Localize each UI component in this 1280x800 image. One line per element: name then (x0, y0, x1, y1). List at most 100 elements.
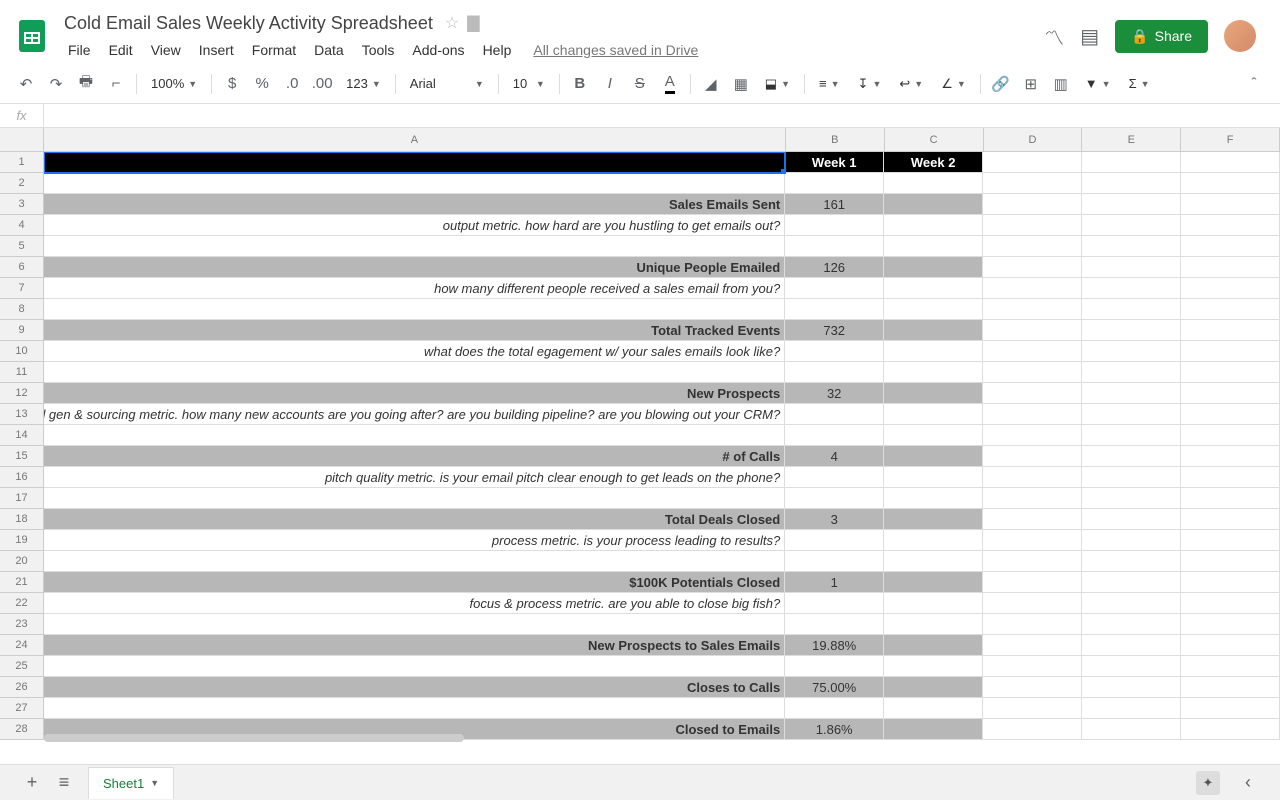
redo-button[interactable]: ↷ (42, 70, 70, 98)
cell[interactable] (1181, 299, 1280, 320)
select-all-corner[interactable] (0, 128, 44, 152)
cell[interactable] (884, 173, 983, 194)
cell[interactable] (1082, 467, 1181, 488)
cell[interactable] (1082, 362, 1181, 383)
comment-button[interactable]: ⊞ (1017, 70, 1045, 98)
row-header-19[interactable]: 19 (0, 530, 44, 551)
menu-edit[interactable]: Edit (101, 38, 141, 62)
cell[interactable] (884, 530, 983, 551)
cell[interactable] (44, 698, 785, 719)
cell[interactable] (1082, 677, 1181, 698)
cell[interactable] (983, 572, 1082, 593)
row-header-3[interactable]: 3 (0, 194, 44, 215)
cell[interactable] (785, 698, 884, 719)
row-header-9[interactable]: 9 (0, 320, 44, 341)
cell[interactable] (1082, 215, 1181, 236)
cell[interactable] (1181, 278, 1280, 299)
cell[interactable] (884, 509, 983, 530)
row-header-23[interactable]: 23 (0, 614, 44, 635)
cell[interactable] (1181, 719, 1280, 740)
menu-help[interactable]: Help (475, 38, 520, 62)
cell[interactable] (1082, 383, 1181, 404)
cell[interactable] (983, 425, 1082, 446)
more-formats-select[interactable]: 123▼ (338, 70, 389, 98)
share-button[interactable]: 🔒 Share (1115, 20, 1208, 53)
cell[interactable] (884, 719, 983, 740)
cell[interactable] (983, 551, 1082, 572)
cell[interactable]: Total Deals Closed (44, 509, 785, 530)
cell[interactable] (1181, 656, 1280, 677)
cell[interactable] (1082, 698, 1181, 719)
cell[interactable] (1082, 488, 1181, 509)
cell[interactable] (983, 530, 1082, 551)
cell[interactable]: process metric. is your process leading … (44, 530, 785, 551)
cell[interactable] (983, 677, 1082, 698)
cell[interactable] (785, 278, 884, 299)
cell[interactable]: New Prospects to Sales Emails (44, 635, 785, 656)
font-size-select[interactable]: 10▼ (505, 70, 553, 98)
cell[interactable]: focus & process metric. are you able to … (44, 593, 785, 614)
row-header-2[interactable]: 2 (0, 173, 44, 194)
cell[interactable] (1181, 236, 1280, 257)
cell[interactable] (1181, 509, 1280, 530)
cell[interactable] (983, 698, 1082, 719)
cell[interactable] (1181, 320, 1280, 341)
row-header-10[interactable]: 10 (0, 341, 44, 362)
row-header-15[interactable]: 15 (0, 446, 44, 467)
cell[interactable] (983, 635, 1082, 656)
cell[interactable] (884, 362, 983, 383)
row-header-21[interactable]: 21 (0, 572, 44, 593)
col-header-A[interactable]: A (44, 128, 786, 152)
cell[interactable]: what does the total egagement w/ your sa… (44, 341, 785, 362)
cell[interactable] (1082, 257, 1181, 278)
activity-icon[interactable]: 〽 (1044, 22, 1064, 51)
cell[interactable] (884, 593, 983, 614)
cell[interactable] (44, 173, 785, 194)
cell[interactable] (1181, 383, 1280, 404)
cell[interactable] (983, 152, 1082, 173)
cell[interactable]: Week 2 (884, 152, 983, 173)
cell[interactable] (884, 236, 983, 257)
cell[interactable] (884, 698, 983, 719)
col-header-B[interactable]: B (786, 128, 885, 152)
col-header-E[interactable]: E (1082, 128, 1181, 152)
cell[interactable] (1082, 572, 1181, 593)
cell[interactable] (1082, 194, 1181, 215)
cell[interactable] (1181, 467, 1280, 488)
cell[interactable] (1082, 173, 1181, 194)
cell[interactable] (44, 614, 785, 635)
cell[interactable]: how many different people received a sal… (44, 278, 785, 299)
cell[interactable]: New Prospects (44, 383, 785, 404)
borders-button[interactable]: ▦ (727, 70, 755, 98)
cell[interactable]: 126 (785, 257, 884, 278)
cell[interactable] (44, 299, 785, 320)
row-header-24[interactable]: 24 (0, 635, 44, 656)
add-sheet-button[interactable]: + (16, 769, 48, 797)
cell[interactable] (1181, 404, 1280, 425)
cell[interactable] (884, 194, 983, 215)
menu-addons[interactable]: Add-ons (404, 38, 472, 62)
filter-button[interactable]: ▼▼ (1077, 70, 1119, 98)
cell[interactable] (44, 425, 785, 446)
strike-button[interactable]: S (626, 70, 654, 98)
cell[interactable] (983, 320, 1082, 341)
functions-button[interactable]: Σ▼ (1121, 70, 1158, 98)
cell[interactable] (785, 215, 884, 236)
cell[interactable] (1181, 530, 1280, 551)
cell[interactable] (884, 257, 983, 278)
cell[interactable] (1181, 341, 1280, 362)
cell[interactable] (983, 278, 1082, 299)
rotate-button[interactable]: ∠▼ (933, 70, 974, 98)
horizontal-scrollbar[interactable] (44, 734, 464, 742)
cell[interactable] (884, 572, 983, 593)
row-header-28[interactable]: 28 (0, 719, 44, 740)
v-align-button[interactable]: ↧▼ (850, 70, 890, 98)
cell[interactable] (1181, 152, 1280, 173)
cell[interactable] (1082, 509, 1181, 530)
cell[interactable] (1082, 341, 1181, 362)
cell[interactable] (884, 677, 983, 698)
cell[interactable]: 1.86% (785, 719, 884, 740)
cell[interactable] (983, 719, 1082, 740)
bold-button[interactable]: B (566, 70, 594, 98)
row-header-11[interactable]: 11 (0, 362, 44, 383)
